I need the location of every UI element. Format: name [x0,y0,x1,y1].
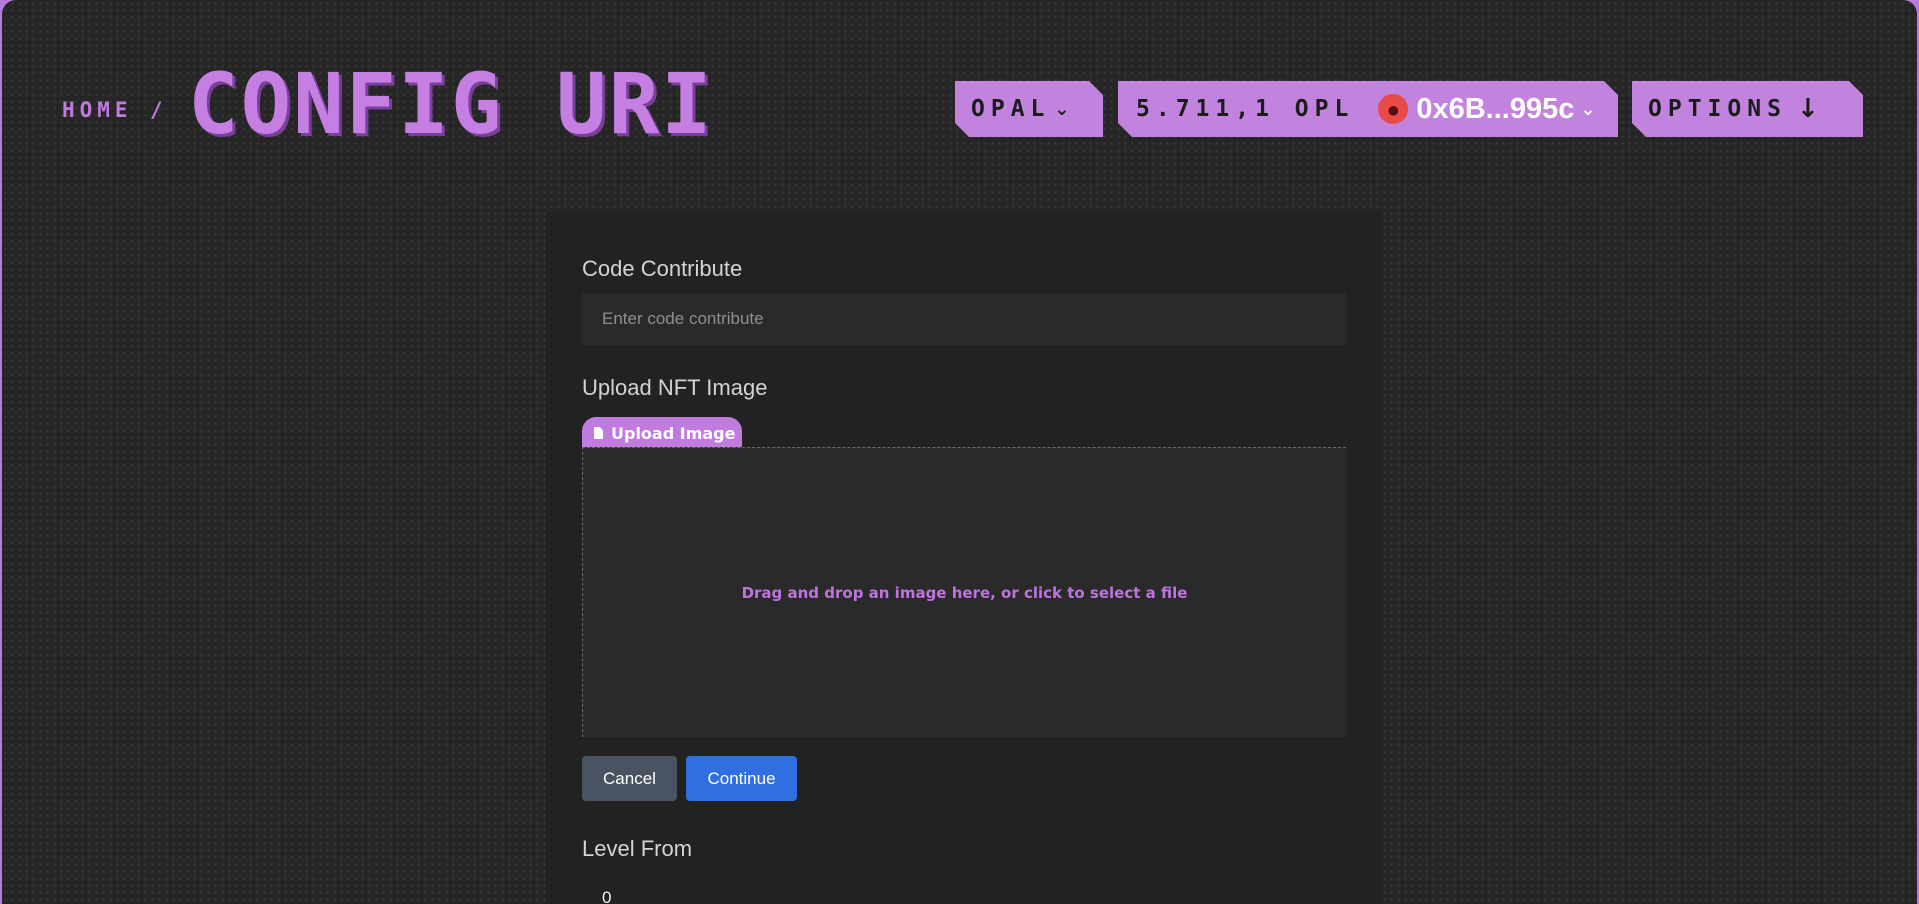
options-label: OPTIONS [1648,96,1787,122]
chevron-down-icon: ⌄ [1580,98,1596,120]
breadcrumb-separator: / [150,98,163,122]
code-contribute-label: Code Contribute [582,256,743,281]
network-selector-button[interactable]: OPAL ⌄ [955,81,1103,137]
upload-image-tab-label: Upload Image [611,423,736,443]
dropzone-text: Drag and drop an image here, or click to… [741,583,1188,602]
config-form-panel: Code Contribute Upload NFT Image Upload … [546,211,1382,904]
breadcrumb-home-link[interactable]: HOME [62,98,133,122]
code-contribute-input[interactable] [582,293,1346,345]
file-icon [594,427,603,439]
chevron-down-icon: ⌄ [1054,98,1070,120]
level-from-label: Level From [582,836,693,861]
wallet-button[interactable]: 5.711,1 OPL ● 0x6B...995c ⌄ [1118,81,1618,137]
avatar-icon: ● [1378,94,1408,124]
page-title: CONFIG URI [188,55,714,153]
level-from-input[interactable]: 0 [602,888,611,904]
options-button[interactable]: OPTIONS ↓ [1632,81,1863,137]
wallet-address: 0x6B...995c [1416,92,1575,125]
image-dropzone[interactable]: Drag and drop an image here, or click to… [582,447,1346,737]
upload-nft-image-label: Upload NFT Image [582,375,768,400]
cancel-button[interactable]: Cancel [582,756,677,801]
continue-button[interactable]: Continue [686,756,797,801]
network-label: OPAL [971,96,1051,122]
wallet-balance: 5.711,1 OPL [1136,96,1355,122]
app-window: HOME / CONFIG URI OPAL ⌄ 5.711,1 OPL ● 0… [2,0,1917,904]
arrow-down-icon: ↓ [1796,94,1819,124]
upload-image-tab[interactable]: Upload Image [582,417,742,449]
